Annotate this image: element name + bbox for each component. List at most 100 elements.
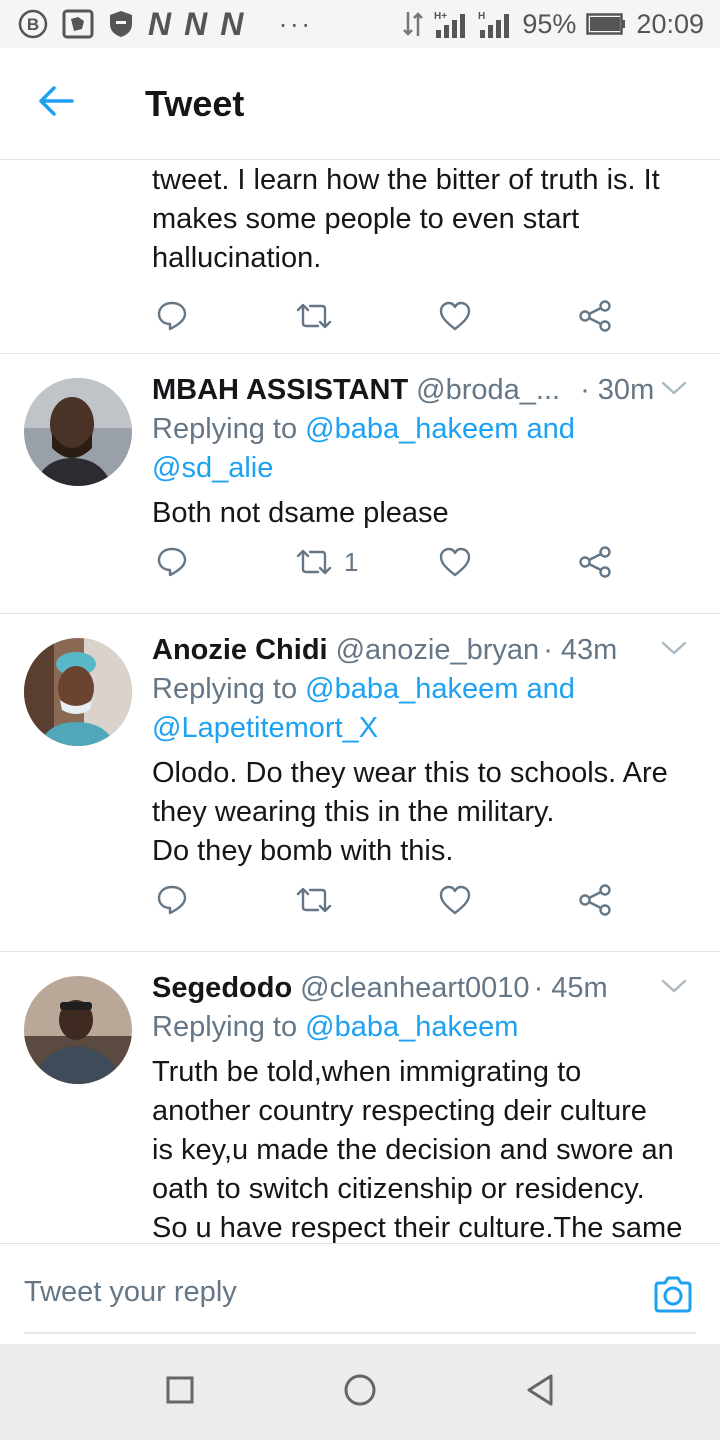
tweet-options-button[interactable] <box>656 632 692 668</box>
shield-icon <box>108 9 134 39</box>
tweet-item[interactable]: Anozie Chidi @anozie_bryan · 43m Replyin… <box>0 614 720 952</box>
mention-link[interactable]: @sd_alie <box>152 452 273 484</box>
replying-to: Replying to @baba_hakeem and <box>152 673 575 705</box>
tweet-text: another country respecting deir culture <box>152 1095 647 1127</box>
share-button[interactable] <box>578 540 612 584</box>
reply-button[interactable] <box>156 294 188 338</box>
tweet-text: So u have respect their culture.The same <box>152 1212 683 1243</box>
tweet-text: Do they bomb with this. <box>152 835 454 867</box>
nav-back-icon <box>525 1373 555 1412</box>
page-title: Tweet <box>145 82 245 124</box>
back-button[interactable] <box>0 48 112 160</box>
share-icon <box>578 545 612 579</box>
data-transfer-icon <box>402 10 424 38</box>
author-handle: @broda_... <box>416 374 561 406</box>
tweet-actions <box>152 878 632 922</box>
share-icon <box>578 883 612 917</box>
nav-home-button[interactable] <box>340 1372 380 1412</box>
retweet-icon <box>296 301 332 331</box>
like-icon <box>438 884 472 916</box>
tweet-options-button[interactable] <box>656 970 692 1006</box>
tweet-time: · 43m <box>543 634 618 666</box>
network-n-icon: N <box>184 5 207 42</box>
avatar[interactable] <box>24 976 132 1084</box>
more-notifications: ··· <box>278 8 313 39</box>
nav-recents-icon <box>166 1376 194 1409</box>
input-underline <box>24 1332 696 1334</box>
like-button[interactable] <box>438 540 472 584</box>
tweet-item[interactable]: MBAH ASSISTANT @broda_... · 30m Replying… <box>0 354 720 614</box>
author-name[interactable]: MBAH ASSISTANT <box>152 370 408 410</box>
app-header: Tweet <box>0 48 720 160</box>
nav-back-button[interactable] <box>520 1372 560 1412</box>
svg-text:H: H <box>478 11 485 22</box>
caret-down-icon <box>661 380 687 401</box>
retweet-icon <box>296 547 332 577</box>
replies-timeline[interactable]: tweet. I learn how the bitter of truth i… <box>0 161 720 1243</box>
retweet-button[interactable]: 1 <box>296 540 358 584</box>
reply-icon <box>156 546 188 578</box>
map-app-icon <box>62 9 94 39</box>
battery-icon <box>586 13 626 35</box>
mention-link[interactable]: @baba_hakeem <box>305 1011 518 1043</box>
battery-percent: 95% <box>522 8 577 39</box>
network-n-icon: N <box>148 5 171 42</box>
tweet-item[interactable]: Segedodo @cleanheart0010 · 45m Replying … <box>0 952 720 1243</box>
like-button[interactable] <box>438 878 472 922</box>
retweet-icon <box>296 885 332 915</box>
svg-text:H+: H+ <box>434 11 447 22</box>
reply-icon <box>156 884 188 916</box>
share-button[interactable] <box>578 294 612 338</box>
like-button[interactable] <box>438 294 472 338</box>
tweet-text: tweet. I learn how the bitter of truth i… <box>152 164 660 274</box>
mention-link[interactable]: @baba_hakeem and <box>305 673 575 705</box>
tweet-text: Olodo. Do they wear this to schools. Are <box>152 757 668 789</box>
nav-recents-button[interactable] <box>160 1372 200 1412</box>
network-n-icon: N <box>220 5 243 42</box>
avatar[interactable] <box>24 378 132 486</box>
mention-link[interactable]: @Lapetitemort_X <box>152 712 378 744</box>
svg-text:B: B <box>27 15 39 34</box>
author-handle: @anozie_bryan <box>335 634 540 666</box>
retweet-button[interactable] <box>296 294 332 338</box>
camera-button[interactable] <box>652 1274 694 1316</box>
tweet-item[interactable]: tweet. I learn how the bitter of truth i… <box>0 161 720 354</box>
clock: 20:09 <box>636 8 704 39</box>
mention-link[interactable]: @baba_hakeem and <box>305 413 575 445</box>
tweet-time: · 30m <box>580 374 655 406</box>
camera-icon <box>652 1276 694 1320</box>
b-badge-icon: B <box>18 9 48 39</box>
share-button[interactable] <box>578 878 612 922</box>
signal-icon: H <box>478 10 512 38</box>
author-name[interactable]: Anozie Chidi <box>152 630 328 670</box>
retweet-button[interactable] <box>296 878 332 922</box>
tweet-text: Truth be told,when immigrating to <box>152 1056 582 1088</box>
nav-home-icon <box>343 1373 377 1412</box>
reply-input[interactable]: Tweet your reply <box>24 1276 237 1309</box>
replying-to: Replying to @baba_hakeem and <box>152 413 575 445</box>
retweet-count: 1 <box>344 546 359 577</box>
avatar[interactable] <box>24 638 132 746</box>
tweet-text: is key,u made the decision and swore an <box>152 1134 674 1166</box>
signal-icon: H+ <box>434 10 468 38</box>
reply-button[interactable] <box>156 540 188 584</box>
author-handle: @cleanheart0010 <box>300 972 530 1004</box>
reply-icon <box>156 300 188 332</box>
tweet-text: oath to switch citizenship or residency. <box>152 1173 645 1205</box>
reply-button[interactable] <box>156 878 188 922</box>
tweet-options-button[interactable] <box>656 372 692 408</box>
tweet-text: they wearing this in the military. <box>152 796 555 828</box>
system-nav-bar <box>0 1344 720 1440</box>
share-icon <box>578 299 612 333</box>
caret-down-icon <box>661 640 687 661</box>
status-bar: B N N N ··· H+ H 95% 20:09 <box>0 0 720 48</box>
reply-composer: Tweet your reply <box>0 1243 720 1344</box>
tweet-text: Both not dsame please <box>152 497 449 529</box>
tweet-actions <box>152 294 632 338</box>
replying-to: Replying to @baba_hakeem <box>152 1011 519 1043</box>
tweet-time: · 45m <box>533 972 608 1004</box>
like-icon <box>438 300 472 332</box>
tweet-actions: 1 <box>152 540 632 584</box>
like-icon <box>438 546 472 578</box>
author-name[interactable]: Segedodo <box>152 968 292 1008</box>
